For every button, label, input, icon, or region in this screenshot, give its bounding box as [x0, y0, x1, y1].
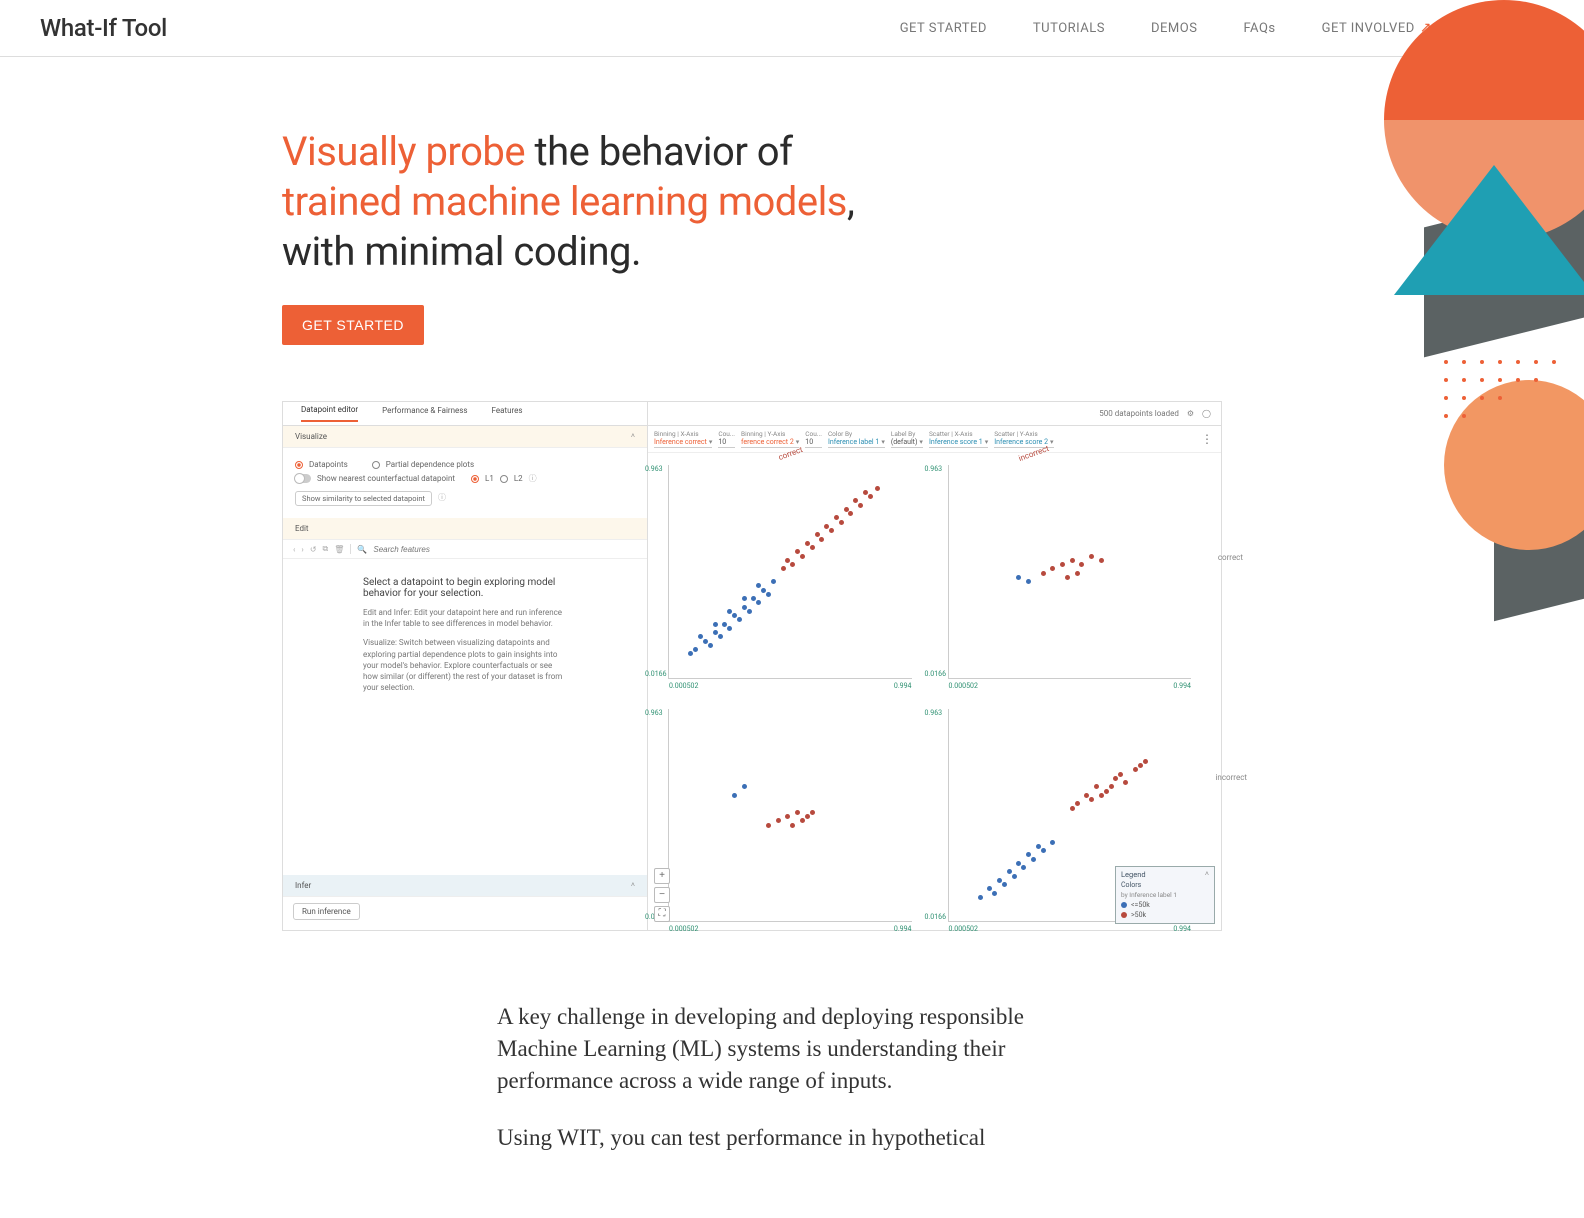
delete-icon[interactable]: 🗑	[334, 545, 344, 554]
decorative-circle-mid	[1444, 380, 1584, 550]
toggle-counterfactual[interactable]	[295, 474, 311, 483]
tab-performance-fairness[interactable]: Performance & Fairness	[382, 406, 467, 421]
body-paragraph-1: A key challenge in developing and deploy…	[497, 1001, 1087, 1098]
zoom-controls: + − ⛶	[654, 868, 670, 922]
radio-datapoints-label: Datapoints	[309, 460, 348, 469]
label-by-select[interactable]: (default)▾	[891, 438, 923, 448]
screenshot-left-panel: Datapoint editor Performance & Fairness …	[283, 402, 648, 930]
count-2-input[interactable]: 10	[805, 438, 822, 448]
nav-faqs[interactable]: FAQs	[1243, 21, 1275, 36]
scatter-plot-top-right[interactable]: 0.963 0.0166 0.000502 0.994	[948, 465, 1192, 679]
binning-y-select[interactable]: ference correct 2▾	[741, 438, 799, 448]
visualize-head[interactable]: Visualize˄	[283, 426, 647, 448]
legend-swatch-red	[1121, 912, 1127, 918]
zoom-in-button[interactable]: +	[654, 868, 670, 884]
external-link-icon: ↗	[1532, 21, 1544, 35]
gear-icon[interactable]: ⚙	[1187, 409, 1194, 418]
run-inference-button[interactable]: Run inference	[293, 903, 360, 920]
decorative-dots-grid	[1444, 360, 1574, 440]
decorative-triangle	[1394, 165, 1584, 295]
main-nav: GET STARTED TUTORIALS DEMOS FAQs GET INV…	[900, 21, 1544, 36]
screenshot-right-panel: 500 datapoints loaded ⚙ ◯ Binning | X-Ax…	[648, 402, 1221, 930]
hero-accent-2: trained machine learning models	[282, 178, 847, 225]
radio-l2[interactable]	[500, 475, 508, 483]
counterfactual-label: Show nearest counterfactual datapoint	[317, 474, 455, 483]
radio-pdp-label: Partial dependence plots	[386, 460, 474, 469]
body-paragraph-2: Using WIT, you can test performance in h…	[497, 1122, 1087, 1154]
expand-button[interactable]: ⛶	[654, 906, 670, 922]
chevron-up-icon: ˄	[631, 432, 635, 441]
radio-pdp[interactable]	[372, 461, 380, 469]
chevron-up-icon: ˄	[631, 881, 635, 890]
search-icon: 🔍	[357, 545, 367, 554]
edit-head[interactable]: Edit	[283, 518, 647, 540]
screenshot-tabs: Datapoint editor Performance & Fairness …	[283, 402, 647, 426]
row-label-correct: correct	[1218, 553, 1243, 562]
revert-icon[interactable]: ↺	[310, 545, 317, 554]
decorative-circle-mid-shadow	[1494, 409, 1584, 621]
info-icon[interactable]: ⓘ	[438, 492, 446, 503]
get-started-button[interactable]: GET STARTED	[282, 305, 424, 345]
edit-toolbar: ‹ › ↺ ⧉ 🗑 🔍	[283, 540, 647, 559]
infer-section: Infer˄ Run inference	[283, 875, 647, 930]
chevron-up-icon: ˄	[1205, 870, 1209, 879]
copy-icon[interactable]: ⧉	[323, 544, 329, 554]
infer-head[interactable]: Infer˄	[283, 875, 647, 897]
chevron-right-icon[interactable]: ›	[301, 545, 303, 554]
nav-tutorials[interactable]: TUTORIALS	[1033, 21, 1105, 36]
radio-datapoints[interactable]	[295, 461, 303, 469]
topbar: What-If Tool GET STARTED TUTORIALS DEMOS…	[0, 0, 1584, 57]
l2-label: L2	[514, 474, 523, 483]
l1-label: L1	[485, 474, 494, 483]
scatter-grid: correct incorrect correct incorrect 0.96…	[648, 453, 1221, 930]
zoom-out-button[interactable]: −	[654, 887, 670, 903]
color-by-select[interactable]: Inference label 1▾	[828, 438, 885, 448]
product-screenshot: Datapoint editor Performance & Fairness …	[282, 401, 1222, 931]
more-icon[interactable]: ⋮	[1201, 432, 1213, 446]
help-icon[interactable]: ◯	[1202, 409, 1211, 418]
scatter-plot-bottom-left[interactable]: 0.963 0.0166 0.000502 0.994	[668, 709, 912, 923]
legend-swatch-blue	[1121, 902, 1127, 908]
hero-headline: Visually probe the behavior of trained m…	[282, 127, 902, 277]
chevron-left-icon[interactable]: ‹	[293, 545, 295, 554]
tab-datapoint-editor[interactable]: Datapoint editor	[301, 405, 358, 422]
external-link-icon: ↗	[1420, 21, 1432, 35]
editor-description: Select a datapoint to begin exploring mo…	[283, 559, 647, 703]
nav-get-started[interactable]: GET STARTED	[900, 21, 987, 36]
count-1-input[interactable]: 10	[718, 438, 735, 448]
binning-x-select[interactable]: Inference correct▾	[654, 438, 712, 448]
scatter-x-select[interactable]: Inference score 1▾	[929, 438, 988, 448]
scatter-plot-top-left[interactable]: 0.963 0.0166 0.000502 0.994	[668, 465, 912, 679]
hero-accent-1: Visually probe	[282, 128, 525, 175]
datapoints-loaded-status: 500 datapoints loaded	[1099, 409, 1179, 418]
body-text: A key challenge in developing and deploy…	[497, 1001, 1087, 1154]
row-label-incorrect: incorrect	[1215, 773, 1247, 782]
info-icon[interactable]: ⓘ	[529, 473, 537, 484]
brand[interactable]: What-If Tool	[40, 14, 167, 42]
similarity-button[interactable]: Show similarity to selected datapoint	[295, 491, 432, 506]
nav-github[interactable]: GITHUB↗	[1478, 21, 1544, 36]
nav-get-involved[interactable]: GET INVOLVED↗	[1322, 21, 1432, 36]
main-content: Visually probe the behavior of trained m…	[262, 57, 1322, 1218]
legend-box[interactable]: Legend˄ Colors by Inference label 1 <=50…	[1115, 866, 1215, 924]
radio-l1[interactable]	[471, 475, 479, 483]
tab-features[interactable]: Features	[492, 406, 523, 421]
viz-controls: Binning | X-AxisInference correct▾ Cou..…	[648, 426, 1221, 453]
nav-demos[interactable]: DEMOS	[1151, 21, 1197, 36]
decorative-triangle-shadow	[1424, 173, 1584, 358]
search-features-input[interactable]	[373, 545, 473, 554]
